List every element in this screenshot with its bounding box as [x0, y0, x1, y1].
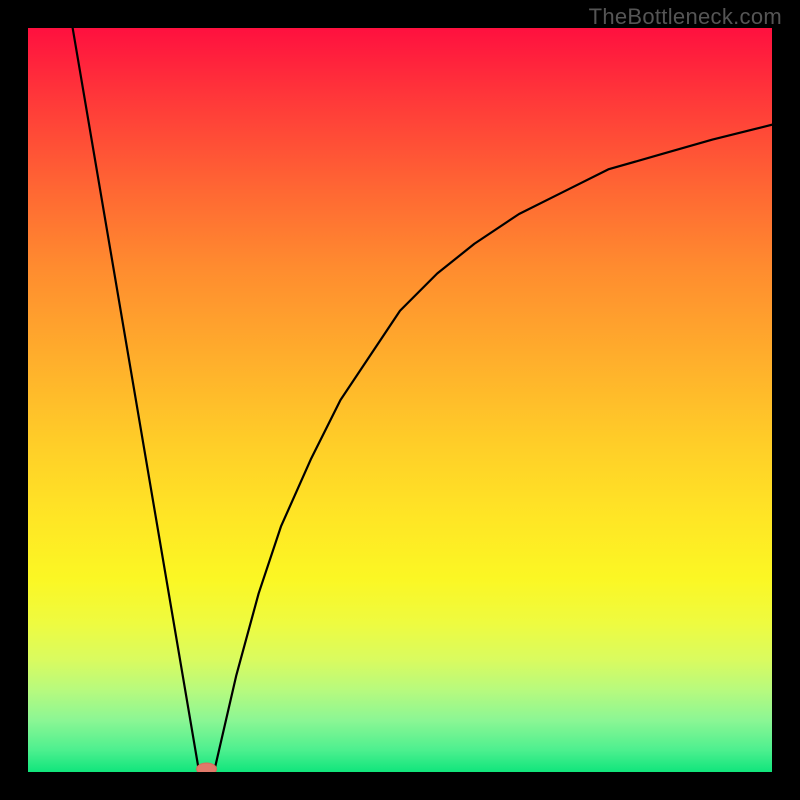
- right-branch-line: [214, 125, 772, 772]
- minimum-marker: [197, 763, 217, 772]
- chart-frame: TheBottleneck.com: [0, 0, 800, 800]
- watermark-text: TheBottleneck.com: [589, 4, 782, 30]
- left-branch-line: [73, 28, 199, 772]
- curve-layer: [28, 28, 772, 772]
- plot-area: [28, 28, 772, 772]
